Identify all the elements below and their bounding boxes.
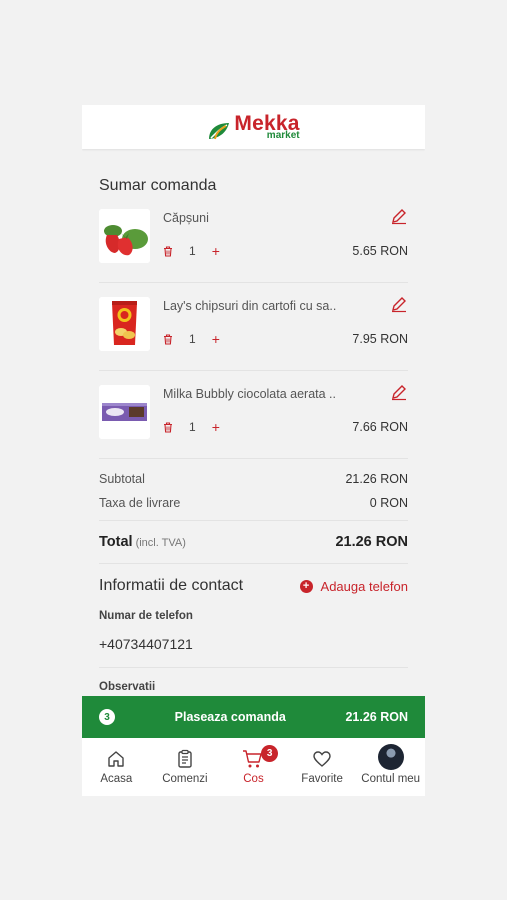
increase-quantity-button[interactable]: +: [212, 332, 220, 346]
order-total-value: 21.26 RON: [345, 710, 408, 724]
product-image-chocolate-bar[interactable]: [99, 385, 150, 439]
nav-item-orders[interactable]: Comenzi: [151, 738, 220, 796]
nav-item-cart[interactable]: 3 Cos: [219, 738, 288, 796]
total-label-group: Total (incl. TVA): [99, 534, 186, 550]
leaf-logo-icon: [209, 123, 230, 140]
quantity-value: 1: [189, 332, 196, 346]
nav-label: Contul meu: [361, 773, 421, 785]
edit-pencil-icon[interactable]: [390, 207, 408, 225]
cart-items-list: Căpșuni 1 + 5.65 RON Lay's chipsuri din …: [99, 195, 408, 459]
clipboard-icon: [174, 748, 196, 770]
edit-pencil-icon[interactable]: [390, 383, 408, 401]
order-summary-title: Sumar comanda: [99, 177, 217, 194]
product-name: Lay's chipsuri din cartofi cu sa..: [163, 299, 337, 313]
total-value: 21.26 RON: [335, 534, 408, 550]
app-screen: Mekka market Sumar comanda Căpșuni 1 + 5…: [82, 105, 425, 796]
increase-quantity-button[interactable]: +: [212, 420, 220, 434]
total-label: Total: [99, 534, 133, 550]
place-order-button[interactable]: 3 Plaseaza comanda 21.26 RON: [82, 696, 425, 738]
checkout-content: Sumar comanda Căpșuni 1 + 5.65 RON Lay's…: [82, 149, 425, 693]
subtotal-row: Subtotal 21.26 RON: [99, 467, 408, 491]
app-header: Mekka market: [82, 105, 425, 149]
plus-circle-icon: +: [299, 579, 313, 593]
place-order-label: Plaseaza comanda: [174, 710, 286, 724]
subtotal-value: 21.26 RON: [345, 472, 408, 486]
trash-icon[interactable]: [163, 245, 173, 257]
edit-pencil-icon[interactable]: [390, 295, 408, 313]
trash-icon[interactable]: [163, 421, 173, 433]
product-image-chips-bag[interactable]: [99, 297, 150, 351]
avatar: [377, 744, 404, 770]
product-image-strawberries[interactable]: [99, 209, 150, 263]
cart-count-badge: 3: [261, 745, 279, 762]
delivery-fee-value: 0 RON: [369, 496, 408, 510]
contact-info-title: Informatii de contact: [99, 577, 244, 594]
nav-item-favorites[interactable]: Favorite: [288, 738, 357, 796]
product-name: Căpșuni: [163, 211, 209, 225]
product-name: Milka Bubbly ciocolata aerata ..: [163, 387, 337, 401]
nav-item-account[interactable]: Contul meu: [356, 738, 425, 796]
total-row: Total (incl. TVA) 21.26 RON: [99, 520, 408, 564]
logo-subtext: market: [266, 130, 300, 141]
vat-note: (incl. TVA): [135, 537, 186, 549]
subtotal-label: Subtotal: [99, 472, 145, 486]
add-phone-button[interactable]: + Adauga telefon: [299, 578, 408, 594]
add-phone-label: Adauga telefon: [320, 578, 408, 594]
delivery-fee-row: Taxa de livrare 0 RON: [99, 491, 408, 515]
nav-label: Acasa: [100, 773, 133, 785]
phone-number-value[interactable]: +40734407121: [99, 636, 408, 668]
nav-label: Comenzi: [162, 773, 208, 785]
product-price: 7.95 RON: [352, 332, 408, 346]
trash-icon[interactable]: [163, 333, 173, 345]
cart-item: Lay's chipsuri din cartofi cu sa.. 1 + 7…: [99, 283, 408, 371]
quantity-value: 1: [189, 420, 196, 434]
contact-header: Informatii de contact + Adauga telefon: [99, 564, 408, 608]
delivery-fee-label: Taxa de livrare: [99, 496, 181, 510]
nav-label: Favorite: [301, 773, 343, 785]
cart-item: Milka Bubbly ciocolata aerata .. 1 + 7.6…: [99, 371, 408, 459]
mekka-logo[interactable]: Mekka market: [207, 113, 300, 141]
heart-icon: [311, 748, 333, 770]
phone-number-label: Numar de telefon: [99, 610, 193, 622]
quantity-value: 1: [189, 244, 196, 258]
increase-quantity-button[interactable]: +: [212, 244, 220, 258]
bottom-navigation: Acasa Comenzi 3 Cos Favorite Contul meu: [82, 738, 425, 796]
product-price: 7.66 RON: [352, 420, 408, 434]
product-price: 5.65 RON: [352, 244, 408, 258]
order-items-count-badge: 3: [99, 709, 115, 725]
nav-item-home[interactable]: Acasa: [82, 738, 151, 796]
nav-label: Cos: [243, 773, 264, 785]
home-icon: [105, 748, 127, 770]
cart-item: Căpșuni 1 + 5.65 RON: [99, 195, 408, 283]
notes-label: Observatii: [99, 681, 156, 693]
